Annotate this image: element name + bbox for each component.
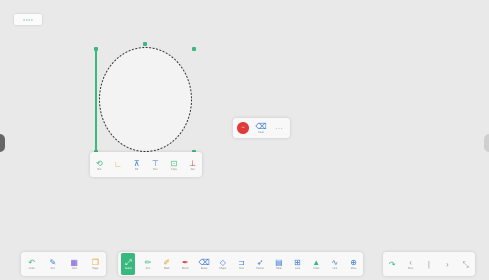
pencil-label: Pen: [145, 267, 151, 270]
brush-icon: ✒: [182, 258, 189, 267]
back-icon: ‹: [409, 258, 412, 267]
text-button[interactable]: ⊐ Text: [235, 258, 247, 270]
brush-button[interactable]: ✒ Brush: [179, 258, 191, 270]
grid-label: Grid: [71, 267, 77, 270]
context-menu: − ⌫ Clear ⋯: [233, 118, 290, 138]
page-label: Page: [92, 267, 99, 270]
more-tools-icon: ⊕: [350, 258, 357, 267]
page-button[interactable]: ❐ Page: [89, 258, 101, 270]
bottom-right-toolbar: ↷ ‹ Prev | › ⤡: [383, 252, 475, 276]
more-tools-button[interactable]: ⊕ More: [348, 258, 360, 270]
pen-button[interactable]: ⊤ Pen: [149, 159, 161, 171]
chart-button[interactable]: ▲ Chart: [310, 258, 322, 270]
grid-icon: ▦: [70, 258, 78, 267]
chart-icon: ▲: [312, 258, 321, 267]
table-label: Table: [275, 267, 282, 270]
forward-button[interactable]: ›: [441, 260, 453, 269]
expand-button[interactable]: ⤡: [460, 260, 472, 269]
expand-icon: ⤡: [462, 259, 469, 269]
text-icon: ⊐: [238, 258, 245, 267]
more-icon: ⋯: [275, 123, 283, 133]
eraser-icon: ⌫: [255, 122, 267, 131]
rotate-label: Rot: [97, 167, 102, 171]
page-number-icon: |: [427, 259, 430, 269]
pencil-icon: ✏: [144, 258, 152, 267]
rotate-button[interactable]: ⟲ Rot: [93, 159, 105, 171]
page-number-button[interactable]: |: [423, 260, 435, 269]
marker-label: Mark: [163, 267, 170, 270]
link-icon: ∿: [331, 258, 339, 267]
eraser-tool-button[interactable]: ⌫ Erase: [198, 258, 210, 270]
shape-icon: ◇: [219, 258, 226, 267]
copy-icon: ⊡: [170, 158, 178, 168]
bottom-left-toolbar: ↶ Undo ✎ Pen ▦ Grid ❐ Page: [21, 252, 106, 276]
lock-icon: ⊞: [294, 258, 301, 267]
delete-icon: ⊥: [189, 158, 197, 168]
bottom-main-toolbar: ⤢ Select ✏ Pen ✐ Mark ✒ Brush ⌫ Erase ◇ Shape ⊐ Text ➶…: [118, 252, 363, 276]
forward-icon: ›: [446, 259, 449, 269]
brush-label: Brush: [182, 267, 189, 270]
fill-label: Fill: [135, 167, 139, 171]
select-button[interactable]: ⤢ Select: [121, 253, 136, 275]
text-label: Text: [239, 267, 244, 270]
fill-button[interactable]: ⊼ Fill: [131, 159, 143, 171]
pointer-label: Pointer: [256, 267, 265, 270]
line-button[interactable]: ∟: [112, 160, 124, 169]
lock-button[interactable]: ⊞ Lock: [292, 258, 304, 270]
copy-button[interactable]: ⊡ Copy: [168, 159, 180, 171]
pen-label: Pen: [153, 167, 158, 171]
shape-toolbar: ⟲ Rot ∟ ⊼ Fill ⊤ Pen ⊡ Copy ⊥ Del: [90, 152, 202, 177]
shape-button[interactable]: ◇ Shape: [217, 258, 229, 270]
undo-icon: ↶: [28, 258, 35, 267]
pen-style-label: Pen: [50, 267, 56, 270]
lock-label: Lock: [294, 267, 301, 270]
chart-label: Chart: [313, 267, 320, 270]
page-icon: ❐: [91, 258, 99, 267]
delete-button[interactable]: ⊥ Del: [187, 159, 199, 171]
marker-icon: ✐: [163, 258, 171, 267]
link-button[interactable]: ∿ Link: [329, 258, 341, 270]
copy-label: Copy: [171, 167, 177, 171]
table-icon: ▤: [275, 258, 283, 267]
marker-button[interactable]: ✐ Mark: [161, 258, 173, 270]
select-icon: ⤢: [125, 258, 132, 267]
redo-button[interactable]: ↷: [386, 260, 398, 269]
pen-icon: ⊤: [151, 158, 159, 168]
back-label: Prev: [408, 267, 414, 270]
grid-button[interactable]: ▦ Grid: [68, 258, 80, 270]
undo-label: Undo: [28, 267, 35, 270]
pencil-button[interactable]: ✏ Pen: [142, 258, 154, 270]
more-tools-label: More: [350, 267, 357, 270]
more-button[interactable]: ⋯: [273, 124, 285, 133]
eraser-tool-label: Erase: [200, 267, 208, 270]
pen-style-icon: ✎: [49, 258, 57, 267]
shape-label: Shape: [219, 267, 227, 270]
clear-label: Clear: [258, 131, 264, 134]
circle-shape[interactable]: [96, 44, 195, 155]
redo-icon: ↷: [388, 259, 396, 269]
pointer-icon: ➶: [256, 258, 264, 267]
pen-style-button[interactable]: ✎ Pen: [47, 258, 59, 270]
line-icon: ∟: [114, 160, 122, 169]
select-label: Select: [124, 267, 132, 270]
pointer-button[interactable]: ➶ Pointer: [254, 258, 266, 270]
undo-button[interactable]: ↶ Undo: [26, 258, 38, 270]
menu-button[interactable]: ≡ ≡ ≡ ≡: [14, 14, 42, 25]
link-label: Link: [332, 267, 338, 270]
clear-button[interactable]: ⌫ Clear: [255, 122, 267, 134]
back-button[interactable]: ‹ Prev: [405, 258, 417, 270]
delete-label: Del: [190, 167, 195, 171]
fill-icon: ⊼: [133, 158, 140, 168]
delete-circle-icon[interactable]: −: [237, 122, 249, 134]
eraser-tool-icon: ⌫: [198, 258, 210, 267]
table-button[interactable]: ▤ Table: [273, 258, 285, 270]
rotate-icon: ⟲: [95, 158, 103, 168]
left-side-tab[interactable]: [0, 134, 5, 152]
right-side-tab[interactable]: [484, 134, 489, 152]
